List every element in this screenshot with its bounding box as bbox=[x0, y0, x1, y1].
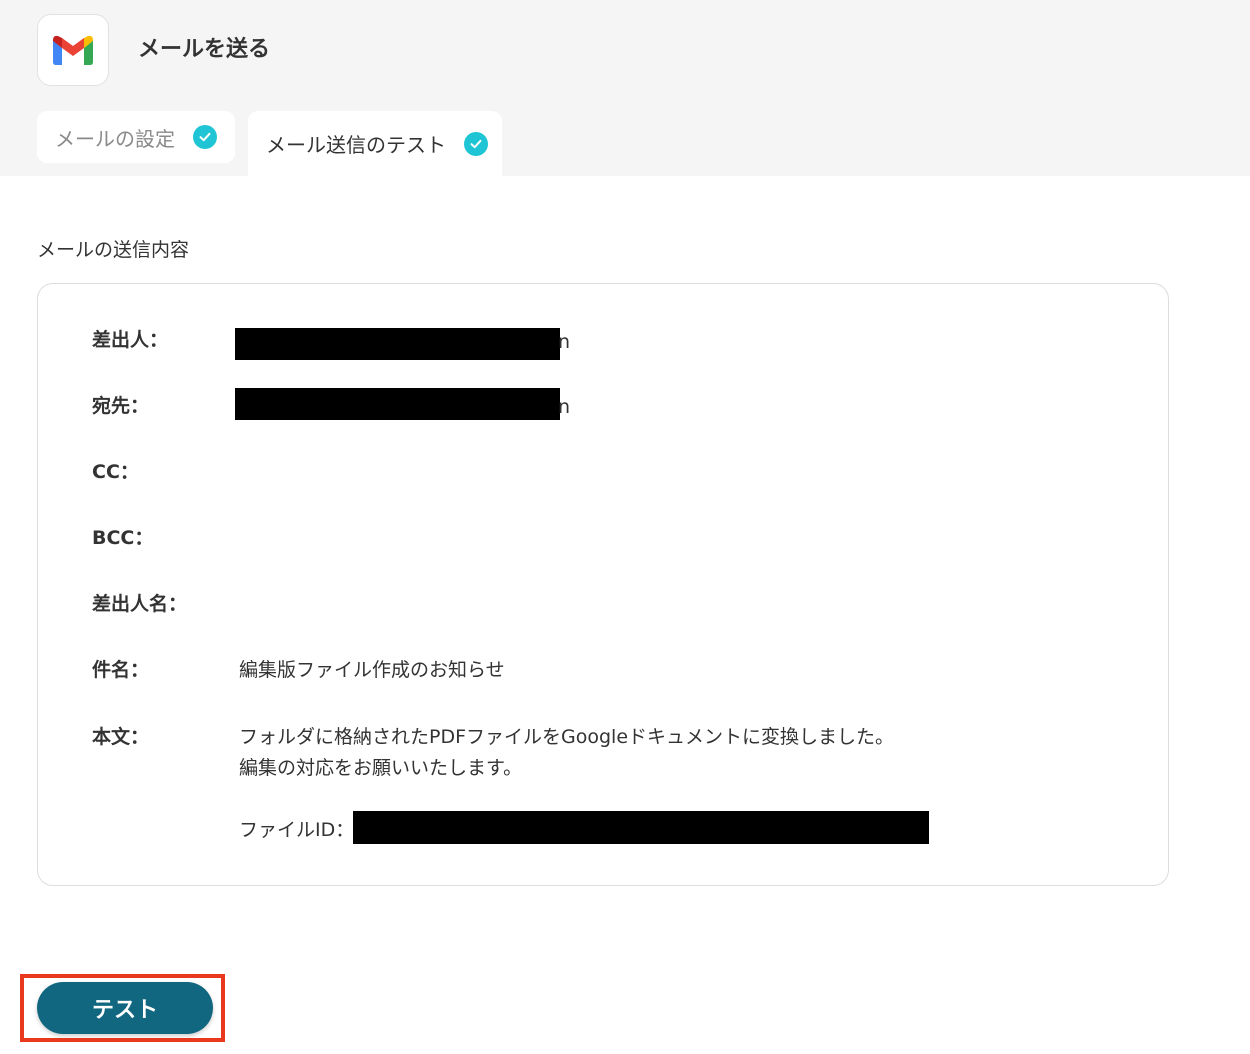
test-button[interactable]: テスト bbox=[37, 982, 213, 1034]
tab-mail-settings[interactable]: メールの設定 bbox=[37, 111, 235, 163]
gmail-icon bbox=[37, 14, 109, 86]
body-line-1: フォルダに格納されたPDFファイルをGoogleドキュメントに変換しました。 bbox=[239, 726, 895, 748]
file-id-redacted bbox=[353, 811, 929, 844]
to-value-tail: n bbox=[558, 396, 571, 418]
sender-name-label: 差出人名： bbox=[92, 593, 188, 615]
from-value-tail: n bbox=[558, 331, 571, 353]
file-id-prefix: ファイルID：1 bbox=[239, 819, 367, 841]
to-label: 宛先： bbox=[92, 395, 150, 417]
subject-label: 件名： bbox=[92, 659, 150, 681]
header-area: メールを送る メールの設定 メール送信のテスト bbox=[0, 0, 1250, 176]
body-line-2: 編集の対応をお願いいたします。 bbox=[239, 757, 523, 779]
check-circle-icon bbox=[464, 131, 488, 156]
body-label: 本文： bbox=[92, 726, 150, 748]
tab-mail-send-test[interactable]: メール送信のテスト bbox=[248, 111, 502, 176]
subject-value: 編集版ファイル作成のお知らせ bbox=[239, 659, 505, 681]
tab-mail-settings-label: メールの設定 bbox=[55, 126, 175, 151]
mail-content-card: 差出人： n 宛先： n CC： BCC： 差出人名： 件名： 編集版ファイル作… bbox=[37, 283, 1169, 886]
tab-mail-send-test-label: メール送信のテスト bbox=[266, 133, 446, 157]
check-circle-icon bbox=[193, 125, 217, 149]
to-value-redacted bbox=[235, 388, 560, 420]
page-title: メールを送る bbox=[138, 37, 271, 62]
cc-label: CC： bbox=[92, 461, 139, 483]
from-value-redacted bbox=[235, 328, 560, 360]
from-label: 差出人： bbox=[92, 329, 169, 351]
bcc-label: BCC： bbox=[92, 527, 154, 549]
section-title: メールの送信内容 bbox=[37, 239, 190, 261]
